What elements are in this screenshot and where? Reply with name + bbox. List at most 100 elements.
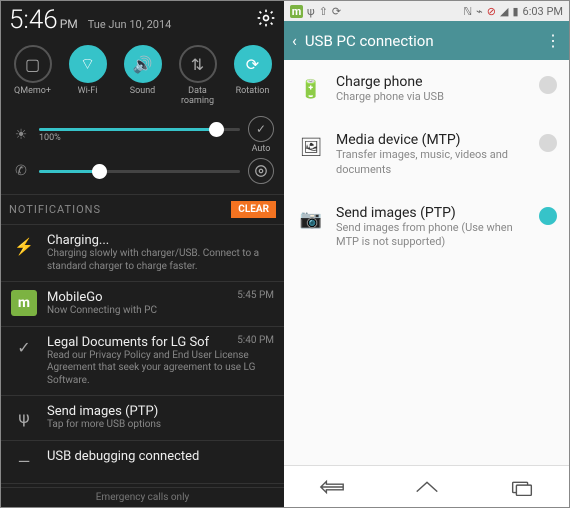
option-icon: 🔋 bbox=[296, 74, 326, 104]
usb-option[interactable]: 🔋 Charge phone Charge phone via USB bbox=[284, 60, 569, 118]
usb-option[interactable]: 📷 Send images (PTP) Send images from pho… bbox=[284, 191, 569, 264]
back-icon[interactable]: ‹ bbox=[292, 31, 297, 50]
brightness-icon: ☀ bbox=[11, 127, 31, 143]
option-title: Charge phone bbox=[336, 74, 529, 90]
status-icons-left: m ψ ⇧ ⟳ bbox=[290, 5, 341, 18]
option-text: Send images from phone (Use when MTP is … bbox=[336, 221, 529, 250]
right-status-time: 6:03 PM bbox=[523, 5, 563, 18]
notification-item[interactable]: ⚡ Charging... Charging slowly with charg… bbox=[1, 225, 284, 282]
settings-gear-icon[interactable] bbox=[256, 8, 276, 32]
notification-text: Tap for more USB options bbox=[47, 419, 274, 432]
option-radio[interactable] bbox=[539, 134, 557, 152]
emergency-footer: Emergency calls only bbox=[1, 487, 284, 507]
option-radio[interactable] bbox=[539, 76, 557, 94]
status-time-block: 5:46PM Tue Jun 10, 2014 bbox=[9, 5, 171, 35]
notifications-label: NOTIFICATIONS bbox=[9, 203, 101, 216]
notification-text: Charging slowly with charger/USB. Connec… bbox=[47, 248, 274, 273]
brightness-percent: 100% bbox=[39, 133, 67, 143]
notification-time: 5:40 PM bbox=[237, 335, 274, 350]
notification-body: USB debugging connected bbox=[47, 449, 274, 475]
notification-panel: 5:46PM Tue Jun 10, 2014 ▢ QMemo+ ⌔ Wi-Fi 🔊 So… bbox=[1, 1, 284, 507]
option-text: Charge phone via USB bbox=[336, 90, 529, 104]
nav-recent-button[interactable] bbox=[505, 476, 539, 498]
signal-icon: ◢ bbox=[500, 5, 508, 18]
notification-body: MobileGo5:45 PM Now Connecting with PC bbox=[47, 290, 274, 318]
auto-brightness-toggle[interactable]: ✓ bbox=[248, 116, 274, 142]
clear-button[interactable]: CLEAR bbox=[231, 201, 276, 218]
left-statusbar: 5:46PM Tue Jun 10, 2014 bbox=[1, 1, 284, 39]
auto-label: Auto bbox=[252, 144, 271, 154]
notification-title: Send images (PTP) bbox=[47, 404, 158, 419]
usb-option[interactable]: 🖼 Media device (MTP) Transfer images, mu… bbox=[284, 118, 569, 191]
brightness-row: ☀ 100% ✓ Auto bbox=[11, 116, 274, 154]
option-body: Charge phone Charge phone via USB bbox=[336, 74, 529, 104]
notification-item[interactable]: ✓ Legal Documents for LG Sof5:40 PM Read… bbox=[1, 327, 284, 397]
notification-body: Send images (PTP) Tap for more USB optio… bbox=[47, 404, 274, 432]
option-text: Transfer images, music, videos and docum… bbox=[336, 148, 529, 177]
header-title: USB PC connection bbox=[305, 32, 537, 50]
bluetooth-icon: ⌁ bbox=[476, 5, 483, 18]
qmemo+-icon: ▢ bbox=[14, 45, 52, 83]
option-title: Media device (MTP) bbox=[336, 132, 529, 148]
quick-toggles: ▢ QMemo+ ⌔ Wi-Fi 🔊 Sound ⇅ Data roaming ⟳ Rotatio… bbox=[1, 39, 284, 108]
notification-title: Legal Documents for LG Sof bbox=[47, 335, 209, 350]
mobilego-icon: m bbox=[290, 5, 303, 18]
option-icon: 🖼 bbox=[296, 132, 326, 162]
volume-row: ✆ bbox=[11, 158, 274, 184]
phone-icon: ✆ bbox=[11, 163, 31, 179]
notification-icon: — bbox=[11, 449, 37, 475]
status-time: 5:46 bbox=[9, 5, 58, 35]
nav-bar bbox=[284, 465, 569, 507]
option-body: Media device (MTP) Transfer images, musi… bbox=[336, 132, 529, 177]
notification-title: MobileGo bbox=[47, 290, 103, 305]
wi-fi-icon: ⌔ bbox=[69, 45, 107, 83]
toggle-data-roaming[interactable]: ⇅ Data roaming bbox=[172, 45, 224, 106]
volume-slider[interactable] bbox=[39, 170, 240, 173]
notification-list: ⚡ Charging... Charging slowly with charg… bbox=[1, 225, 284, 487]
no-sim-icon: ⊘ bbox=[487, 5, 496, 18]
toggle-label: Rotation bbox=[236, 86, 270, 96]
option-icon: 📷 bbox=[296, 205, 326, 235]
notification-time: 5:45 PM bbox=[237, 290, 274, 305]
toggle-label: QMemo+ bbox=[14, 86, 51, 96]
toggle-wi-fi[interactable]: ⌔ Wi-Fi bbox=[62, 45, 114, 106]
notification-icon: m bbox=[11, 290, 37, 316]
toggle-label: Wi-Fi bbox=[78, 86, 98, 96]
sync-icon: ⟳ bbox=[332, 5, 341, 18]
status-date: Tue Jun 10, 2014 bbox=[88, 18, 172, 31]
notification-item[interactable]: ψ Send images (PTP) Tap for more USB opt… bbox=[1, 396, 284, 441]
notification-icon: ψ bbox=[11, 404, 37, 430]
notification-item[interactable]: m MobileGo5:45 PM Now Connecting with PC bbox=[1, 282, 284, 327]
option-title: Send images (PTP) bbox=[336, 205, 529, 221]
usb-settings-panel: m ψ ⇧ ⟳ ℕ ⌁ ⊘ ◢ ▮ 6:03 PM ‹ USB PC conne… bbox=[284, 1, 569, 507]
sound-icon: 🔊 bbox=[124, 45, 162, 83]
battery-icon: ▮ bbox=[512, 5, 518, 18]
toggle-rotation[interactable]: ⟳ Rotation bbox=[227, 45, 279, 106]
volume-settings-icon[interactable] bbox=[248, 158, 274, 184]
notification-title: USB debugging connected bbox=[47, 449, 199, 464]
toggle-qmemo-[interactable]: ▢ QMemo+ bbox=[7, 45, 59, 106]
notification-item[interactable]: — USB debugging connected bbox=[1, 441, 284, 484]
status-icons-right: ℕ ⌁ ⊘ ◢ ▮ 6:03 PM bbox=[463, 5, 563, 18]
overflow-menu-icon[interactable]: ⋮ bbox=[545, 31, 561, 50]
status-ampm: PM bbox=[60, 17, 78, 31]
upload-icon: ⇧ bbox=[319, 5, 328, 18]
rotation-icon: ⟳ bbox=[234, 45, 272, 83]
toggle-label: Data roaming bbox=[172, 86, 224, 106]
nav-home-button[interactable] bbox=[410, 476, 444, 498]
notification-body: Legal Documents for LG Sof 5:40 PM Read o… bbox=[47, 335, 274, 388]
nav-back-button[interactable] bbox=[315, 476, 349, 498]
toggle-sound[interactable]: 🔊 Sound bbox=[117, 45, 169, 106]
nfc-icon: ℕ bbox=[463, 5, 472, 18]
brightness-slider[interactable] bbox=[39, 128, 240, 131]
option-body: Send images (PTP) Send images from phone… bbox=[336, 205, 529, 250]
toggle-label: Sound bbox=[130, 86, 155, 96]
settings-header: ‹ USB PC connection ⋮ bbox=[284, 21, 569, 60]
notification-body: Charging... Charging slowly with charger… bbox=[47, 233, 274, 273]
notification-title: Charging... bbox=[47, 233, 109, 248]
notification-text: Read our Privacy Policy and End User Lic… bbox=[47, 350, 274, 388]
notifications-header: NOTIFICATIONS CLEAR bbox=[1, 194, 284, 225]
usb-icon: ψ bbox=[307, 5, 315, 18]
data roaming-icon: ⇅ bbox=[179, 45, 217, 83]
option-radio[interactable] bbox=[539, 207, 557, 225]
